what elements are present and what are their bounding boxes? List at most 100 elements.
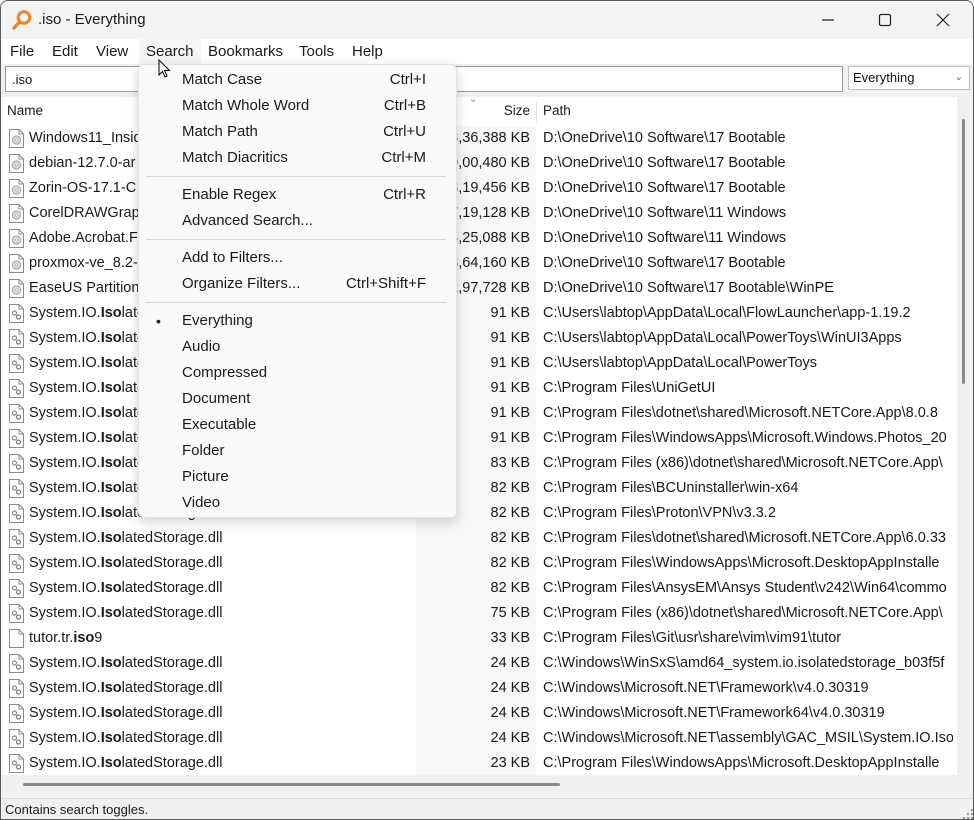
menu-item-match-path[interactable]: Match Path Ctrl+U: [139, 119, 456, 145]
horizontal-scrollbar[interactable]: [1, 775, 957, 795]
table-row[interactable]: System.IO.IsolatedStorage.dll 82 KB C:\Pro…: [1, 576, 957, 601]
vertical-scrollbar[interactable]: [957, 97, 973, 775]
column-header-path[interactable]: Path: [537, 97, 577, 125]
horizontal-scroll-thumb[interactable]: [23, 783, 560, 786]
file-name-prefix: Windows11_Insid: [29, 130, 142, 146]
dll-file-icon: [9, 329, 24, 348]
file-name-prefix: System.IO.: [29, 555, 101, 571]
menu-item-picture[interactable]: Picture: [139, 464, 456, 490]
table-row[interactable]: System.IO.IsolatedStorage.dll 23 KB C:\Pro…: [1, 751, 957, 775]
path-cell: D:\OneDrive\10 Software\17 Bootable: [543, 130, 786, 146]
file-name-match: Iso: [100, 655, 122, 671]
menu-edit[interactable]: Edit: [45, 39, 85, 64]
menu-item-label: Audio: [182, 338, 221, 355]
dll-file-icon: [9, 529, 24, 548]
name-cell: tutor.tr.iso9: [1, 626, 416, 651]
close-button[interactable]: [914, 1, 972, 39]
dll-file-icon: [9, 504, 24, 523]
path-cell: C:\Windows\WinSxS\amd64_system.io.isolat…: [543, 655, 945, 671]
file-name-match: Iso: [100, 455, 122, 471]
file-name-prefix: System.IO.: [29, 580, 101, 596]
menu-item-video[interactable]: Video: [139, 490, 456, 516]
dll-file-icon: [9, 379, 24, 398]
menu-item-organize-filters[interactable]: Organize Filters... Ctrl+Shift+F: [139, 271, 456, 297]
name-cell: System.IO.IsolatedStorage.dll: [1, 676, 416, 701]
size-cell: 24 KB: [416, 676, 536, 701]
menu-item-match-case[interactable]: Match Case Ctrl+I: [139, 67, 456, 93]
file-name-suffix: latedStorage.dll: [121, 580, 223, 596]
maximize-button[interactable]: [856, 1, 914, 39]
menu-bookmarks[interactable]: Bookmarks: [201, 39, 290, 64]
file-name-prefix: System.IO.: [29, 655, 101, 671]
file-name-suffix: latedStorage.dll: [121, 530, 223, 546]
file-name-match: Iso: [100, 755, 122, 771]
file-name-match: Iso: [100, 530, 122, 546]
table-row[interactable]: System.IO.IsolatedStorage.dll 24 KB C:\Win…: [1, 676, 957, 701]
menu-item-shortcut: Ctrl+M: [381, 149, 426, 166]
file-name: System.IO.IsolatedStorage.dll: [29, 601, 222, 626]
menu-item-enable-regex[interactable]: Enable Regex Ctrl+R: [139, 182, 456, 208]
menu-item-folder[interactable]: Folder: [139, 438, 456, 464]
file-name-prefix: proxmox-ve_8.2-: [29, 255, 138, 271]
size-cell: 82 KB: [416, 576, 536, 601]
dll-file-icon: [9, 704, 24, 723]
table-row[interactable]: System.IO.IsolatedStorage.dll 24 KB C:\Win…: [1, 651, 957, 676]
file-name-suffix: latedStorage.dll: [121, 755, 223, 771]
filter-dropdown[interactable]: Everything ⌄: [848, 66, 970, 90]
file-name-prefix: System.IO.: [29, 405, 101, 421]
path-cell: D:\OneDrive\10 Software\11 Windows: [543, 230, 787, 246]
table-row[interactable]: tutor.tr.iso9 33 KB C:\Program Files\Git\u…: [1, 626, 957, 651]
path-cell: C:\Program Files\WindowsApps\Microsoft.W…: [543, 430, 947, 446]
menu-item-executable[interactable]: Executable: [139, 412, 456, 438]
menu-tools[interactable]: Tools: [292, 39, 341, 64]
file-name-prefix: CorelDRAWGrap: [29, 205, 140, 221]
file-name: System.IO.IsolatedStorage.dll: [29, 576, 222, 601]
file-name-match: Iso: [100, 380, 122, 396]
menu-item-document[interactable]: Document: [139, 386, 456, 412]
menu-item-audio[interactable]: Audio: [139, 334, 456, 360]
file-name: System.IO.IsolatedStorage.dll: [29, 551, 222, 576]
window-title: .iso - Everything: [38, 11, 146, 28]
file-name-prefix: System.IO.: [29, 480, 101, 496]
table-row[interactable]: System.IO.IsolatedStorage.dll 24 KB C:\Win…: [1, 701, 957, 726]
name-cell: System.IO.IsolatedStorage.dll: [1, 651, 416, 676]
file-name: EaseUS Partition: [29, 276, 139, 301]
file-name: Adobe.Acrobat.F: [29, 226, 138, 251]
file-name-match: Iso: [100, 680, 122, 696]
file-name-prefix: System.IO.: [29, 330, 101, 346]
menu-view[interactable]: View: [89, 39, 135, 64]
menu-item-label: Everything: [182, 312, 253, 329]
menu-item-match-diacritics[interactable]: Match Diacritics Ctrl+M: [139, 145, 456, 171]
file-name-match: Iso: [100, 305, 122, 321]
file-name: Windows11_Insid: [29, 126, 142, 151]
menu-bar: File Edit View Search Bookmarks Tools He…: [1, 39, 973, 64]
menu-item-everything[interactable]: • Everything: [139, 308, 456, 334]
table-row[interactable]: System.IO.IsolatedStorage.dll 82 KB C:\Pro…: [1, 526, 957, 551]
file-name-suffix: latedStorage.dll: [121, 605, 223, 621]
file-name-match: iso: [73, 630, 95, 646]
file-name: Zorin-OS-17.1-C: [29, 176, 136, 201]
menu-item-advanced-search[interactable]: Advanced Search...: [139, 208, 456, 234]
column-header-name[interactable]: Name: [1, 97, 49, 125]
table-row[interactable]: System.IO.IsolatedStorage.dll 82 KB C:\Pro…: [1, 551, 957, 576]
menu-item-add-to-filters[interactable]: Add to Filters...: [139, 245, 456, 271]
minimize-button[interactable]: [799, 1, 857, 39]
vertical-scroll-thumb[interactable]: [962, 119, 965, 384]
menu-item-shortcut: Ctrl+U: [383, 123, 426, 140]
file-name-prefix: System.IO.: [29, 505, 101, 521]
close-icon: [936, 13, 950, 27]
table-row[interactable]: System.IO.IsolatedStorage.dll 24 KB C:\Win…: [1, 726, 957, 751]
path-cell: D:\OneDrive\10 Software\17 Bootable: [543, 180, 786, 196]
menu-item-label: Organize Filters...: [182, 275, 301, 292]
menu-file[interactable]: File: [3, 39, 41, 64]
menu-item-match-whole-word[interactable]: Match Whole Word Ctrl+B: [139, 93, 456, 119]
table-row[interactable]: System.IO.IsolatedStorage.dll 75 KB C:\Pro…: [1, 601, 957, 626]
path-cell: C:\Users\labtop\AppData\Local\PowerToys\…: [543, 330, 902, 346]
everything-window: .iso - Everything File Edit View Search …: [0, 0, 974, 820]
resize-grip-icon[interactable]: [963, 809, 973, 819]
menu-item-compressed[interactable]: Compressed: [139, 360, 456, 386]
size-cell: 75 KB: [416, 601, 536, 626]
path-cell: C:\Program Files (x86)\dotnet\shared\Mic…: [543, 605, 943, 621]
menu-help[interactable]: Help: [345, 39, 390, 64]
name-cell: System.IO.IsolatedStorage.dll: [1, 726, 416, 751]
